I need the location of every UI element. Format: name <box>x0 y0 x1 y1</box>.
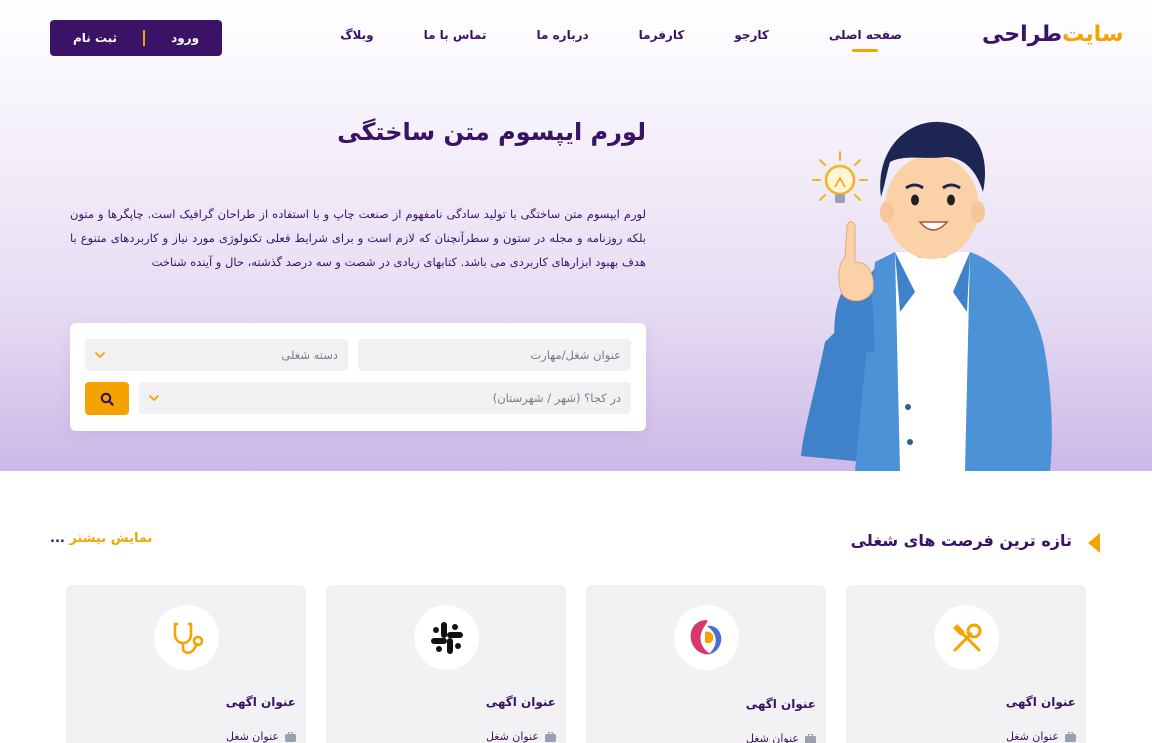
stethoscope-icon <box>173 622 203 654</box>
nav-jobseeker[interactable]: کارجو <box>734 28 769 42</box>
lightbulb-icon <box>812 151 868 203</box>
search-icon <box>100 392 114 406</box>
nav-employer[interactable]: کارفرما <box>639 28 685 42</box>
job-card[interactable]: عنوان اگهی عنوان شغل <box>66 585 306 743</box>
logo-part-main: طراحی <box>982 21 1063 47</box>
job-card-title: عنوان اگهی <box>225 695 296 709</box>
company-logo <box>674 605 739 670</box>
nav-home[interactable]: صفحه اصلی <box>829 28 902 42</box>
nav-about[interactable]: درباره ما <box>536 28 588 42</box>
main-nav: صفحه اصلی کارجو کارفرما درباره ما تماس ب… <box>340 28 902 42</box>
company-logo <box>934 605 999 670</box>
show-more-label: نمایش بیشتر <box>69 531 153 546</box>
section-title: تازه ترین فرصت های شغلی <box>850 531 1072 550</box>
keyword-input[interactable]: عنوان شغل/مهارت <box>358 339 631 371</box>
company-logo <box>154 605 219 670</box>
category-select[interactable]: دسته شغلی <box>85 339 348 371</box>
chevron-down-icon <box>95 352 105 359</box>
chevron-down-icon <box>149 395 159 402</box>
login-button[interactable]: ورود <box>171 31 199 45</box>
job-card-subtitle-text: عنوان شغل <box>1005 730 1059 743</box>
category-placeholder: دسته شغلی <box>281 348 338 362</box>
nav-contact[interactable]: تماس با ما <box>424 28 487 42</box>
auth-divider <box>143 30 146 46</box>
hero-title: لورم ایپسوم متن ساختگی <box>337 118 646 146</box>
logo-part-accent: سایت <box>1062 21 1124 47</box>
location-select[interactable]: در کجا؟ (شهر / شهرستان) <box>139 382 631 414</box>
job-card-title: عنوان اگهی <box>745 697 816 711</box>
job-card[interactable]: عنوان اگهی عنوان شغل <box>586 585 826 743</box>
company-logo <box>414 605 479 670</box>
keyword-placeholder: عنوان شغل/مهارت <box>530 348 621 362</box>
job-card-subtitle-text: عنوان شغل <box>485 730 539 743</box>
slack-logo-icon <box>430 621 463 654</box>
job-card-title: عنوان اگهی <box>485 695 556 709</box>
show-more-link[interactable]: نمایش بیشتر ... <box>50 531 152 546</box>
show-more-ellipsis: ... <box>50 531 65 546</box>
hero-description: لورم ایپسوم متن ساختگی با تولید سادگی نا… <box>70 207 646 269</box>
briefcase-icon <box>545 731 556 742</box>
job-card-subtitle: عنوان شغل <box>226 730 296 743</box>
site-logo[interactable]: سایت طراحی <box>982 18 1124 50</box>
job-card-subtitle-text: عنوان شغل <box>745 732 799 743</box>
job-card-subtitle: عنوان شغل <box>1006 730 1076 743</box>
job-card[interactable]: عنوان اگهی عنوان شغل <box>846 585 1086 743</box>
briefcase-icon <box>1065 731 1076 742</box>
job-card-title: عنوان اگهی <box>1005 695 1076 709</box>
hero-illustration <box>801 121 1052 471</box>
job-card-subtitle: عنوان شغل <box>486 730 556 743</box>
swirl-logo-icon <box>690 619 721 654</box>
job-search-card: عنوان شغل/مهارت دسته شغلی در کجا؟ (شهر /… <box>70 323 646 431</box>
job-card[interactable]: عنوان اگهی عنوان شغل <box>326 585 566 743</box>
auth-buttons: ورود ثبت نام <box>50 20 222 56</box>
briefcase-icon <box>805 733 816 743</box>
location-placeholder: در کجا؟ (شهر / شهرستان) <box>492 391 621 405</box>
job-card-subtitle-text: عنوان شغل <box>225 730 279 743</box>
job-card-subtitle: عنوان شغل <box>746 732 816 743</box>
nav-blog[interactable]: وبلاگ <box>340 28 373 42</box>
section-marker-icon <box>1088 533 1100 553</box>
register-button[interactable]: ثبت نام <box>73 31 117 45</box>
tools-icon <box>953 623 981 651</box>
briefcase-icon <box>285 731 296 742</box>
search-button[interactable] <box>85 382 129 415</box>
